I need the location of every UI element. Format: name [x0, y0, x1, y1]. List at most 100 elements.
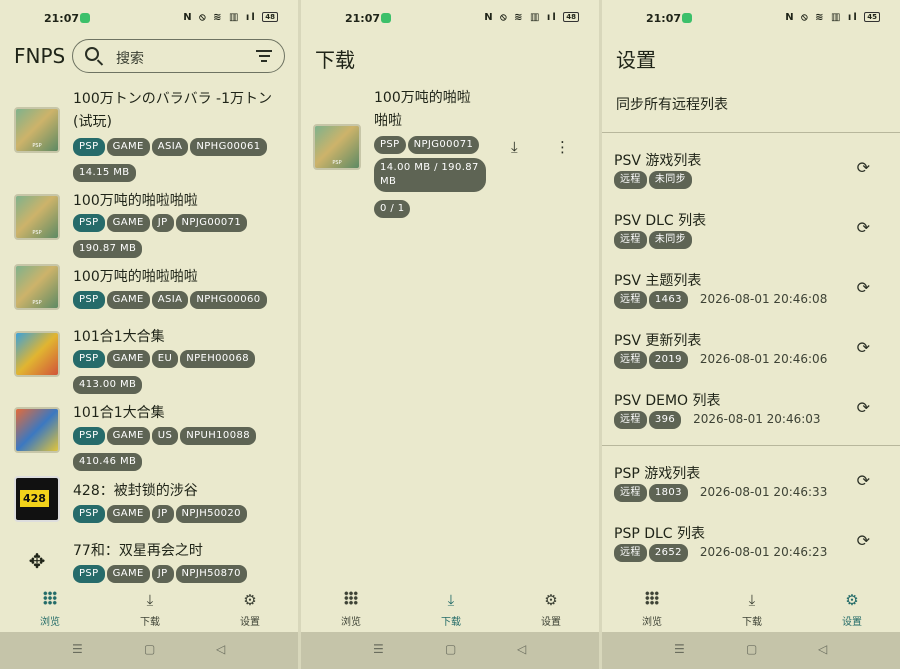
platform-tag: PSP	[73, 350, 105, 368]
menu-icon[interactable]: ☰	[72, 642, 83, 656]
system-nav: ☰ ▢ ◁	[0, 632, 298, 669]
platform-tag: PSP	[73, 565, 105, 583]
source-tag: 远程	[614, 291, 647, 309]
list-source-row[interactable]: PSV 游戏列表 远程 未同步 ⟳	[602, 150, 900, 210]
nav-download[interactable]: ⤓ 下载	[120, 591, 180, 628]
list-meta: 远程 396 2026-08-01 20:46:03	[614, 411, 821, 433]
gear-icon: ⚙	[243, 591, 257, 609]
list-source-row[interactable]: PSV DLC 列表 远程 未同步 ⟳	[602, 210, 900, 270]
game-tag: GAME	[106, 565, 150, 583]
game-title: 77和：双星再会之时	[73, 543, 203, 559]
game-tags: PSP GAME EU NPEH00068 413.00 MB	[73, 346, 288, 398]
count-tag: 2019	[648, 351, 688, 369]
game-tags: PSP GAME JP NPJG00071 190.87 MB	[73, 210, 288, 262]
game-tag: NPHG00061	[190, 138, 267, 156]
game-tag: NPEH00068	[180, 350, 255, 368]
game-tag: GAME	[106, 350, 150, 368]
battery-icon: 45	[864, 12, 880, 22]
home-icon[interactable]: ▢	[144, 642, 155, 656]
download-item-name: 100万吨的啪啦 啪啦	[374, 90, 471, 129]
game-tag: EU	[151, 350, 179, 368]
game-tag: ASIA	[151, 291, 189, 309]
nav-browse[interactable]: 浏览	[622, 591, 682, 628]
nav-settings[interactable]: ⚙ 设置	[521, 591, 581, 628]
grid-icon	[645, 591, 659, 605]
system-nav: ☰ ▢ ◁	[602, 632, 900, 669]
grid-icon	[43, 591, 57, 605]
browse-screen: 21:07 N ⦸ ≋ ▥ ıl 48 FNPS 搜索 100万トンのバラバラ …	[0, 0, 298, 669]
page-title: 下载	[315, 48, 355, 72]
search-input[interactable]: 搜索	[72, 39, 285, 73]
sync-all-button[interactable]: 同步所有远程列表	[616, 94, 728, 114]
refresh-icon[interactable]: ⟳	[857, 158, 870, 177]
nav-settings[interactable]: ⚙ 设置	[220, 591, 280, 628]
thumbnail-text: 428	[20, 490, 49, 507]
list-source-row[interactable]: PSV 更新列表 远程 2019 2026-08-01 20:46:06 ⟳	[602, 330, 900, 390]
count-tag: 1463	[648, 291, 688, 309]
home-icon[interactable]: ▢	[746, 642, 757, 656]
count-tag: 1803	[648, 484, 688, 502]
sync-date: 2026-08-01 20:46:08	[699, 292, 828, 306]
back-icon[interactable]: ◁	[216, 642, 225, 656]
menu-icon[interactable]: ☰	[373, 642, 384, 656]
list-title: PSP DLC 列表	[614, 526, 706, 542]
game-tag: NPJG00071	[175, 214, 248, 232]
source-tag: 远程	[614, 231, 647, 249]
list-source-row[interactable]: PSV 主题列表 远程 1463 2026-08-01 20:46:08 ⟳	[602, 270, 900, 330]
refresh-icon[interactable]: ⟳	[857, 531, 870, 550]
id-tag: NPJG00071	[407, 136, 480, 154]
gamepad-icon: ✥	[28, 549, 46, 573]
list-source-row[interactable]: PSP DLC 列表 远程 2652 2026-08-01 20:46:23 ⟳	[602, 523, 900, 583]
status-bar: 21:07 N ⦸ ≋ ▥ ıl 45	[602, 0, 900, 38]
download-icon: ⤓	[146, 591, 154, 609]
download-icon[interactable]: ⤓	[511, 138, 518, 156]
game-thumbnail: 428	[14, 476, 60, 522]
filter-icon[interactable]	[256, 50, 272, 62]
refresh-icon[interactable]: ⟳	[857, 218, 870, 237]
nav-download[interactable]: ⤓ 下载	[722, 591, 782, 628]
back-icon[interactable]: ◁	[517, 642, 526, 656]
downloads-screen: 21:07 N ⦸ ≋ ▥ ıl 48 下载 100万吨的啪啦 啪啦 PSPNP…	[301, 0, 599, 669]
game-tags: PSP GAME ASIA NPHG00060	[73, 287, 288, 313]
sync-date: 2026-08-01 20:46:06	[699, 352, 828, 366]
refresh-icon[interactable]: ⟳	[857, 338, 870, 357]
nav-browse[interactable]: 浏览	[321, 591, 381, 628]
game-tag: NPUH10088	[180, 427, 256, 445]
nav-settings[interactable]: ⚙ 设置	[822, 591, 882, 628]
download-item-tags: PSP NPJG00071 14.00 MB / 190.87 MB 0 / 1	[374, 132, 494, 222]
menu-icon[interactable]: ☰	[674, 642, 685, 656]
download-icon: ⤓	[748, 591, 756, 609]
platform-tag: PSP	[374, 136, 406, 154]
size-tag: 413.00 MB	[73, 376, 143, 394]
clock: 21:07	[646, 12, 682, 25]
progress-badge: 14.00 MB / 190.87 MB	[374, 158, 486, 192]
game-tag: NPHG00060	[190, 291, 267, 309]
app-notification-icon	[381, 13, 391, 23]
game-thumbnail	[14, 264, 60, 310]
nav-browse[interactable]: 浏览	[20, 591, 80, 628]
list-source-row[interactable]: PSP 游戏列表 远程 1803 2026-08-01 20:46:33 ⟳	[602, 463, 900, 523]
game-tag: GAME	[106, 505, 150, 523]
list-title: PSP 游戏列表	[614, 466, 701, 482]
more-options-icon[interactable]: ⋮	[555, 138, 570, 156]
size-tag: 14.15 MB	[73, 164, 136, 182]
refresh-icon[interactable]: ⟳	[857, 398, 870, 417]
sync-date: 2026-08-01 20:46:23	[699, 545, 828, 559]
page-title: 设置	[616, 48, 656, 72]
system-nav: ☰ ▢ ◁	[301, 632, 599, 669]
search-placeholder: 搜索	[116, 51, 144, 67]
platform-tag: PSP	[73, 505, 105, 523]
count-tag: 未同步	[648, 231, 693, 249]
home-icon[interactable]: ▢	[445, 642, 456, 656]
game-thumbnail	[14, 407, 60, 453]
app-notification-icon	[80, 13, 90, 23]
game-tags: PSP GAME ASIA NPHG00061 14.15 MB	[73, 134, 288, 186]
game-tag: GAME	[106, 214, 150, 232]
refresh-icon[interactable]: ⟳	[857, 278, 870, 297]
refresh-icon[interactable]: ⟳	[857, 471, 870, 490]
status-icons: N ⦸ ≋ ▥ ıl 48	[183, 12, 278, 23]
list-title: PSV DLC 列表	[614, 213, 707, 229]
back-icon[interactable]: ◁	[818, 642, 827, 656]
list-source-row[interactable]: PSV DEMO 列表 远程 396 2026-08-01 20:46:03 ⟳	[602, 390, 900, 450]
nav-download[interactable]: ⤓ 下载	[421, 591, 481, 628]
